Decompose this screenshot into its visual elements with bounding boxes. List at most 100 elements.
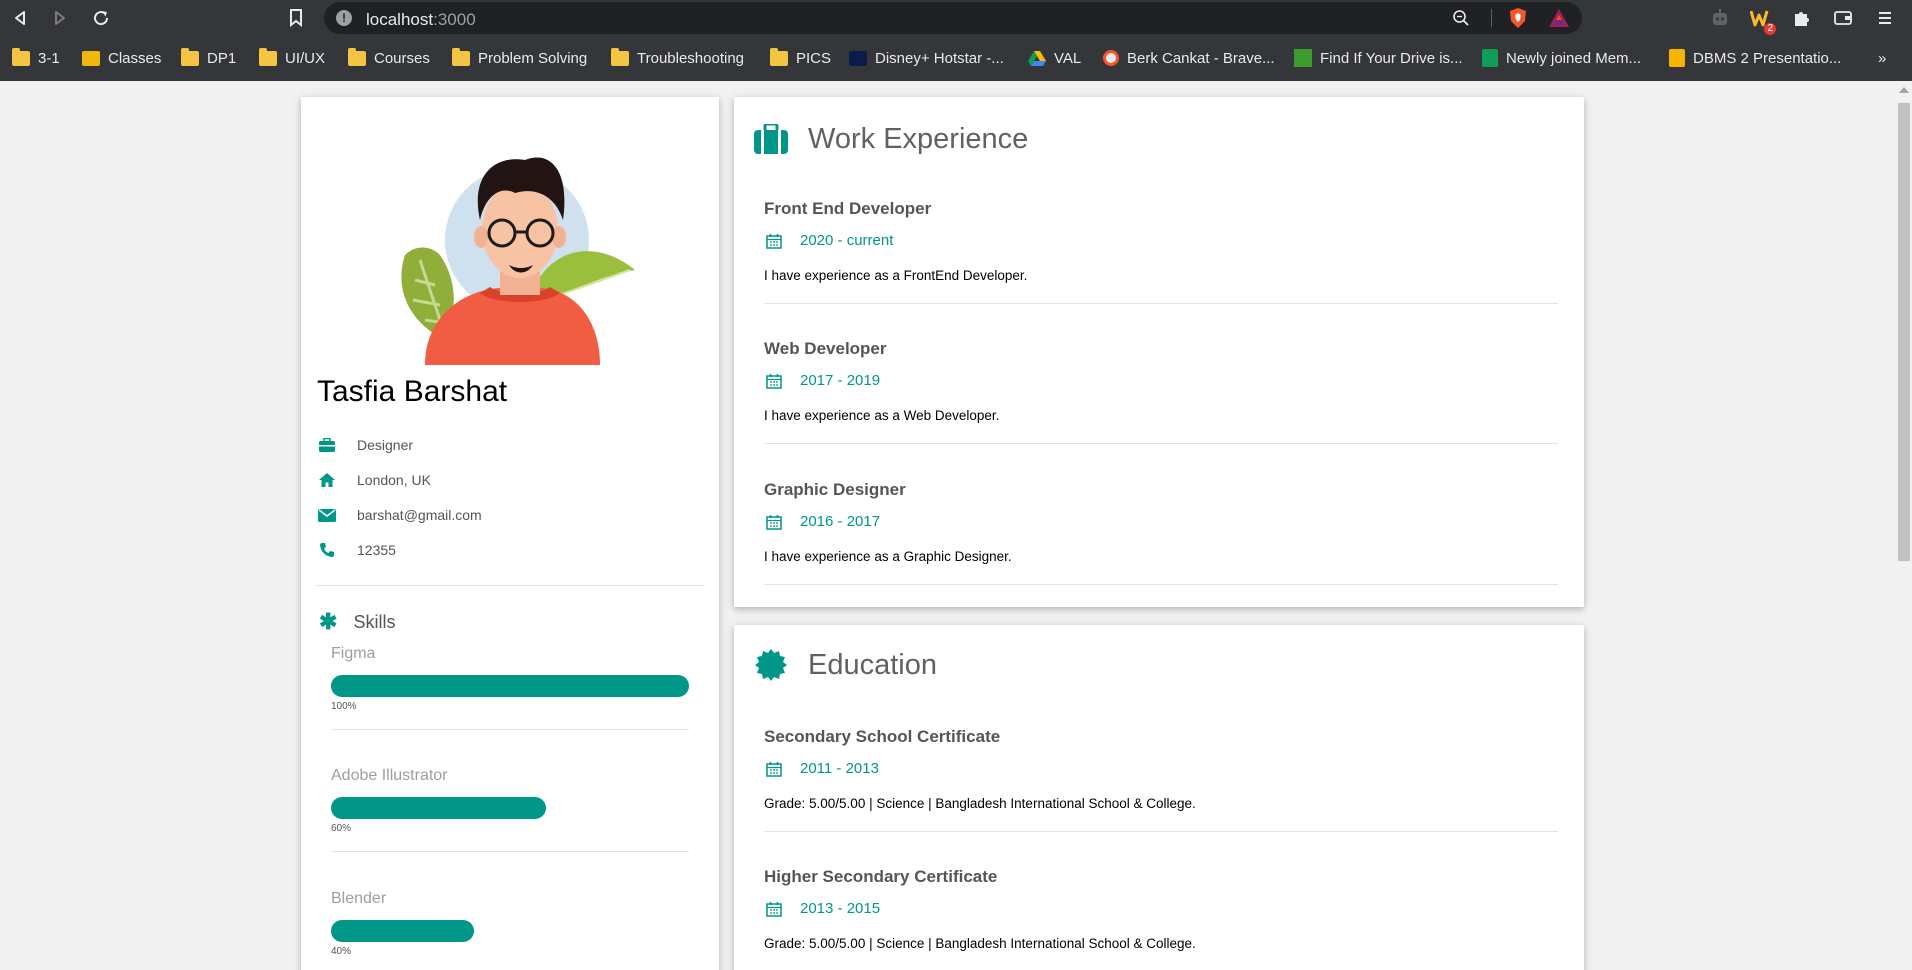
skill-divider — [331, 729, 689, 730]
skill-progress-track — [331, 920, 689, 942]
phone-icon — [317, 540, 337, 560]
bookmark-newly-joined[interactable]: Newly joined Mem... — [1482, 44, 1641, 72]
entry-date: 2017 - 2019 — [800, 372, 881, 389]
reload-icon — [94, 11, 109, 26]
envelope-icon — [317, 505, 337, 525]
back-button[interactable] — [8, 6, 32, 30]
profile-divider — [315, 585, 705, 586]
entry-date: 2013 - 2015 — [800, 900, 881, 917]
skills-title: Skills — [353, 611, 396, 632]
certificate-icon — [754, 648, 788, 682]
skills-heading: ✱ Skills — [319, 609, 395, 635]
brave-shields-icon[interactable] — [1508, 7, 1528, 34]
entry-divider — [764, 303, 1558, 304]
entry-title: Web Developer — [764, 339, 887, 358]
bookmark-find-drive[interactable]: Find If Your Drive is... — [1294, 44, 1463, 72]
entry-date: 2011 - 2013 — [800, 760, 879, 777]
bookmark-courses[interactable]: Courses — [348, 44, 430, 72]
address-divider — [1491, 9, 1492, 27]
profile-email-row: barshat@gmail.com — [317, 505, 482, 525]
back-icon — [15, 11, 25, 25]
slides-icon — [1669, 49, 1685, 67]
bookmark-uiux[interactable]: UI/UX — [259, 44, 325, 72]
profile-phone-row: 12355 — [317, 540, 396, 560]
bookmark-icon — [290, 9, 302, 27]
skill-blender: Blender 40% — [331, 890, 691, 957]
entry-title: Front End Developer — [764, 199, 932, 218]
bookmark-pics[interactable]: PICS — [770, 44, 831, 72]
scrollbar-thumb[interactable] — [1898, 103, 1910, 561]
bookmark-dp1[interactable]: DP1 — [181, 44, 236, 72]
forward-button[interactable] — [48, 6, 72, 30]
bookmark-hotstar[interactable]: Disney+ Hotstar -... — [849, 44, 1004, 72]
brave-rewards-icon[interactable] — [1548, 8, 1570, 33]
folder-icon — [348, 47, 366, 66]
bookmark-classes[interactable]: Classes — [82, 44, 161, 72]
entry-title: Graphic Designer — [764, 480, 906, 499]
folder-icon — [611, 47, 629, 66]
profile-location-row: London, UK — [317, 470, 431, 490]
entry-divider — [764, 443, 1558, 444]
skill-progress-track — [331, 797, 689, 819]
bookmark-problem-solving[interactable]: Problem Solving — [452, 44, 587, 72]
bookmark-troubleshooting[interactable]: Troubleshooting — [611, 44, 744, 72]
zoom-icon[interactable] — [1452, 9, 1470, 32]
brave-icon — [1103, 50, 1119, 66]
skill-progress-bar — [331, 797, 546, 819]
skill-adobe-illustrator: Adobe Illustrator 60% — [331, 767, 691, 852]
suitcase-icon — [754, 122, 788, 156]
wallet-icon[interactable] — [1832, 7, 1854, 29]
profile-job: Designer — [357, 437, 414, 453]
skill-percent: 100% — [331, 701, 357, 712]
skill-name: Figma — [331, 645, 376, 662]
extension-badge: 2 — [1764, 23, 1776, 35]
folder-icon — [259, 47, 277, 66]
education-card: Education Secondary School Certificate 2… — [734, 625, 1584, 970]
page-scrollbar[interactable] — [1895, 81, 1912, 970]
education-heading: Education — [754, 645, 937, 685]
bookmark-dbms2[interactable]: DBMS 2 Presentatio... — [1669, 44, 1841, 72]
entry-title: Secondary School Certificate — [764, 727, 1001, 746]
calendar-icon — [766, 233, 782, 249]
bookmark-page-button[interactable] — [284, 6, 308, 30]
reload-button[interactable] — [89, 6, 113, 30]
site-info-icon[interactable]: ! — [336, 10, 352, 26]
profile-name: Tasfia Barshat — [317, 375, 508, 408]
skill-divider — [331, 851, 689, 852]
browser-chrome: ! localhost:3000 2 3-1 Classes DP1 UI/UX… — [0, 0, 1912, 81]
extensions-puzzle-icon[interactable] — [1790, 7, 1812, 29]
bookmark-3-1[interactable]: 3-1 — [12, 44, 60, 72]
address-bar[interactable]: ! localhost:3000 — [324, 2, 1582, 34]
extension-w-icon[interactable]: 2 — [1750, 7, 1776, 35]
skill-name: Blender — [331, 890, 387, 907]
work-entry: Front End Developer 2020 - current I hav… — [764, 199, 1558, 304]
entry-date: 2016 - 2017 — [800, 513, 881, 530]
skill-progress-bar — [331, 675, 689, 697]
folder-icon — [770, 47, 788, 66]
scroll-up-arrow-icon[interactable] — [1899, 87, 1909, 93]
menu-icon[interactable] — [1874, 7, 1896, 29]
work-experience-card: Work Experience Front End Developer 2020… — [734, 97, 1584, 607]
entry-date-row: 2016 - 2017 — [764, 513, 1558, 530]
calendar-icon — [766, 373, 782, 389]
skill-percent: 60% — [331, 823, 352, 834]
forward-icon — [55, 11, 65, 25]
education-entry: Secondary School Certificate 2011 - 2013… — [764, 727, 1558, 832]
entry-date-row: 2020 - current — [764, 232, 1558, 249]
folder-icon — [181, 47, 199, 66]
extension-robot-icon[interactable] — [1709, 7, 1731, 29]
more-bookmarks-button[interactable]: » — [1878, 44, 1886, 72]
entry-description: I have experience as a FrontEnd Develope… — [764, 268, 1028, 283]
bookmark-berk-cankat[interactable]: Berk Cankat - Brave... — [1103, 44, 1275, 72]
browser-toolbar: ! localhost:3000 2 — [0, 0, 1912, 36]
bookmark-val[interactable]: VAL — [1028, 44, 1081, 72]
skill-progress-bar — [331, 920, 475, 942]
sheets-icon — [1482, 49, 1498, 67]
entry-date: 2020 - current — [800, 232, 894, 249]
education-entry: Higher Secondary Certificate 2013 - 2015… — [764, 867, 1558, 951]
skill-progress-track — [331, 675, 689, 697]
url-text[interactable]: localhost:3000 — [366, 10, 476, 30]
classroom-icon — [82, 50, 100, 66]
profile-card: Tasfia Barshat Designer London, UK barsh… — [301, 97, 719, 970]
entry-divider — [764, 584, 1558, 585]
